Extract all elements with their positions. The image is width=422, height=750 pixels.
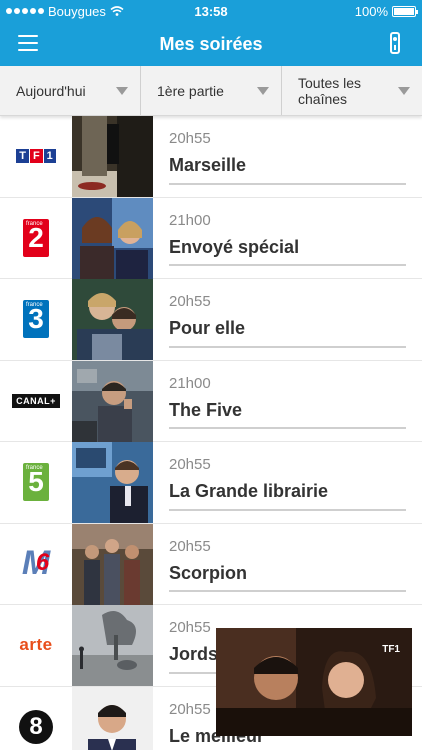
wifi-icon: [110, 6, 124, 16]
battery-status: 100%: [354, 3, 418, 19]
channel-logo-canalplus: CANAL+: [0, 361, 72, 442]
program-thumbnail: [72, 116, 153, 197]
signal-carrier: Bouygues: [6, 4, 124, 19]
program-time: 20h55: [169, 537, 211, 555]
logo-text: arte: [19, 635, 53, 655]
dropdown-arrow-icon: [116, 86, 128, 95]
logo-small-text: france: [26, 220, 43, 227]
dropdown-arrow-icon: [398, 86, 410, 95]
channel-logo-d8: 8: [0, 687, 72, 750]
program-title: Marseille: [169, 155, 247, 175]
program-row[interactable]: CANAL+ 21h00 The Five: [0, 360, 422, 442]
signal-strength-icon: [6, 8, 44, 14]
program-row[interactable]: 6 M 20h55 Scorpion: [0, 523, 422, 605]
filter-part-label: 1ère partie: [157, 82, 224, 99]
nav-bar: Mes soirées: [0, 22, 422, 66]
program-time: 20h55: [169, 456, 211, 473]
logo-digit: 6: [35, 549, 50, 577]
program-time: 20h55: [169, 130, 211, 147]
battery-level: [394, 7, 414, 15]
tf1-letter-f: F: [29, 149, 43, 164]
dropdown-arrow-icon: [257, 86, 269, 95]
battery-icon: [392, 5, 418, 17]
filter-day-label: Aujourd'hui: [16, 82, 86, 99]
program-thumbnail: [72, 686, 153, 750]
carrier-name: Bouygues: [48, 3, 106, 19]
channel-logo-tf1: T F 1: [0, 116, 72, 197]
program-thumbnail: [72, 442, 153, 523]
program-thumbnail: [72, 360, 153, 442]
tf1-letter-t: T: [16, 149, 29, 164]
page-title: Mes soirées: [159, 33, 263, 54]
picture-in-picture-player[interactable]: TF1: [216, 628, 412, 736]
filter-day[interactable]: Aujourd'hui: [0, 66, 140, 115]
program-title: The Five: [169, 399, 243, 420]
logo-text: 8: [19, 709, 53, 744]
program-title: Scorpion: [169, 562, 248, 583]
remote-control-icon[interactable]: [390, 32, 400, 54]
logo-small-text: france: [26, 302, 43, 309]
filter-bar: Aujourd'hui 1ère partie Toutes les chaîn…: [0, 66, 422, 116]
logo-small-text: france: [26, 465, 43, 472]
tf1-letter-1: 1: [43, 149, 56, 164]
program-time: 21h00: [169, 374, 211, 392]
program-row[interactable]: france 3 20h55 Pour elle: [0, 279, 422, 361]
channel-logo-france5: france 5: [0, 442, 72, 523]
program-thumbnail: [72, 279, 153, 360]
program-row[interactable]: france 2 21h00 Envoyé spécial: [0, 197, 422, 279]
filter-channels-label: Toutes les chaînes: [298, 74, 362, 107]
status-bar: Bouygues 13:58 100%: [0, 0, 422, 22]
filter-channels[interactable]: Toutes les chaînes: [281, 66, 422, 115]
channel-logo-france2: france 2: [0, 198, 72, 279]
program-time: 20h55: [169, 293, 211, 310]
battery-percent: 100%: [354, 3, 388, 19]
program-thumbnail: [72, 523, 153, 605]
program-row[interactable]: T F 1 20h55 Marseille: [0, 116, 422, 198]
program-thumbnail: [72, 197, 153, 279]
program-title: Envoyé spécial: [169, 236, 300, 257]
program-title: Pour elle: [169, 318, 246, 338]
program-time: 21h00: [169, 211, 211, 229]
channel-logo-m6: 6 M: [0, 524, 72, 605]
hamburger-menu-icon[interactable]: [18, 35, 38, 51]
program-thumbnail: [72, 605, 153, 686]
logo-text: CANAL+: [12, 393, 60, 408]
program-row[interactable]: france 5 20h55 La Grande librairie: [0, 442, 422, 524]
channel-logo-arte: arte: [0, 605, 72, 686]
pip-channel-badge: TF1: [382, 644, 400, 655]
channel-logo-france3: france 3: [0, 279, 72, 360]
filter-part[interactable]: 1ère partie: [140, 66, 281, 115]
program-title: La Grande librairie: [169, 481, 329, 501]
